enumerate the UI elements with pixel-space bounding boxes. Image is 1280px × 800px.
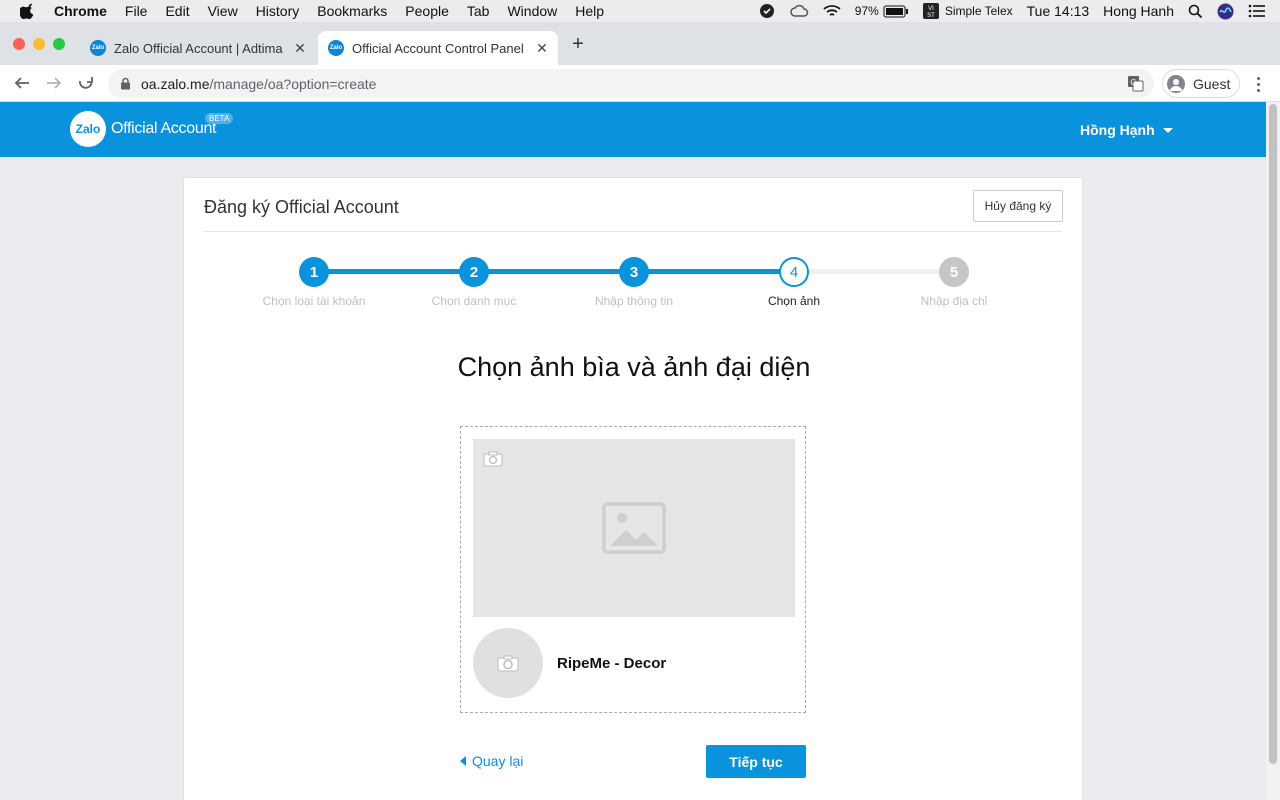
user-menu[interactable]: Hồng Hạnh bbox=[1080, 122, 1173, 138]
step-1-label: Chọn loại tài khoản bbox=[262, 294, 366, 308]
zalo-favicon-icon: Zalo bbox=[328, 40, 344, 56]
wifi-icon[interactable] bbox=[823, 4, 841, 18]
camera-icon[interactable] bbox=[483, 451, 503, 467]
translate-icon[interactable]: G bbox=[1127, 75, 1144, 92]
siri-icon[interactable] bbox=[1217, 3, 1234, 20]
card-title: Đăng ký Official Account bbox=[204, 197, 399, 217]
menu-window[interactable]: Window bbox=[507, 3, 557, 19]
spotlight-search-icon[interactable] bbox=[1188, 4, 1203, 19]
registration-card: Đăng ký Official Account Hủy đăng ký 1 2… bbox=[183, 177, 1083, 800]
address-bar[interactable]: oa.zalo.me/manage/oa?option=create G bbox=[108, 69, 1154, 98]
zalo-logo-icon: Zalo bbox=[70, 111, 106, 147]
step-4: 4 bbox=[779, 257, 809, 287]
continue-button[interactable]: Tiếp tục bbox=[706, 745, 806, 778]
window-zoom-button[interactable] bbox=[53, 38, 65, 50]
avatar-upload[interactable] bbox=[473, 628, 543, 698]
battery-icon[interactable] bbox=[883, 5, 909, 18]
menu-people[interactable]: People bbox=[405, 3, 449, 19]
menu-tab[interactable]: Tab bbox=[467, 3, 490, 19]
stepper-progress-track bbox=[314, 269, 794, 274]
cover-photo-upload[interactable] bbox=[473, 439, 795, 617]
step-2: 2 bbox=[459, 257, 489, 287]
guest-avatar-icon bbox=[1167, 74, 1185, 93]
zalo-favicon-icon: Zalo bbox=[90, 40, 106, 56]
menu-bookmarks[interactable]: Bookmarks bbox=[317, 3, 387, 19]
profile-label: Guest bbox=[1193, 75, 1231, 92]
image-placeholder-icon bbox=[602, 502, 666, 554]
lock-icon[interactable] bbox=[120, 77, 131, 90]
menu-history[interactable]: History bbox=[256, 3, 300, 19]
window-minimize-button[interactable] bbox=[33, 38, 45, 50]
image-upload-area: RipeMe - Decor bbox=[460, 426, 806, 713]
menubar-user[interactable]: Hong Hanh bbox=[1103, 3, 1174, 19]
reload-icon[interactable] bbox=[76, 73, 96, 93]
svg-text:ST: ST bbox=[927, 13, 935, 19]
official-account-name: RipeMe - Decor bbox=[557, 655, 667, 672]
back-arrow-icon[interactable] bbox=[12, 73, 32, 93]
step-3-label: Nhập thông tin bbox=[594, 294, 674, 308]
battery-percent: 97% bbox=[854, 4, 879, 18]
beta-badge: BETA bbox=[205, 113, 234, 124]
step-2-label: Chọn danh mục bbox=[431, 294, 517, 308]
stepper-remaining-track bbox=[794, 269, 954, 274]
section-heading: Chọn ảnh bìa và ảnh đại diện bbox=[457, 352, 811, 382]
creative-cloud-icon[interactable] bbox=[789, 4, 809, 18]
step-3: 3 bbox=[619, 257, 649, 287]
step-1: 1 bbox=[299, 257, 329, 287]
cancel-registration-button[interactable]: Hủy đăng ký bbox=[973, 190, 1063, 222]
svg-text:VI: VI bbox=[928, 6, 934, 12]
caret-down-icon bbox=[1162, 127, 1173, 133]
tab-close-icon[interactable]: ✕ bbox=[290, 40, 310, 57]
forward-arrow-icon[interactable] bbox=[44, 73, 64, 93]
tab-title: Official Account Control Panel bbox=[352, 40, 524, 56]
checkmark-shield-icon[interactable] bbox=[759, 3, 775, 19]
menu-view[interactable]: View bbox=[208, 3, 238, 19]
menu-file[interactable]: File bbox=[125, 3, 148, 19]
menu-app-chrome[interactable]: Chrome bbox=[54, 3, 107, 19]
profile-button[interactable]: Guest bbox=[1162, 69, 1240, 98]
page-scrollbar[interactable] bbox=[1266, 102, 1280, 800]
camera-icon bbox=[497, 655, 519, 671]
zalo-oa-logo[interactable]: Zalo Official Account BETA bbox=[70, 111, 234, 147]
window-close-button[interactable] bbox=[13, 38, 25, 50]
step-5-label: Nhập địa chỉ bbox=[920, 294, 988, 308]
back-label: Quay lại bbox=[472, 753, 524, 769]
tab-official-account-control-panel[interactable]: Zalo Official Account Control Panel ✕ bbox=[318, 31, 558, 65]
back-link[interactable]: Quay lại bbox=[460, 753, 523, 769]
menu-bar: Chrome File Edit View History Bookmarks … bbox=[0, 0, 1280, 22]
tab-title: Zalo Official Account | Adtima bbox=[114, 40, 283, 56]
scrollbar-thumb[interactable] bbox=[1269, 104, 1277, 764]
svg-text:G: G bbox=[1130, 78, 1136, 87]
browser-menu-icon[interactable] bbox=[1250, 74, 1266, 94]
site-header: Zalo Official Account BETA Hồng Hạnh bbox=[0, 102, 1266, 157]
url-path: /manage/oa?option=create bbox=[209, 75, 377, 92]
apple-icon[interactable] bbox=[20, 3, 36, 19]
user-name: Hồng Hạnh bbox=[1080, 122, 1155, 138]
step-5: 5 bbox=[939, 257, 969, 287]
product-name: Official Account bbox=[111, 120, 217, 137]
tab-zalo-official-account[interactable]: Zalo Zalo Official Account | Adtima ✕ bbox=[80, 31, 316, 65]
caret-left-icon bbox=[460, 756, 466, 766]
notification-center-icon[interactable] bbox=[1248, 4, 1266, 18]
menu-edit[interactable]: Edit bbox=[165, 3, 189, 19]
input-method-label[interactable]: Simple Telex bbox=[945, 4, 1013, 18]
tab-close-icon[interactable]: ✕ bbox=[532, 40, 552, 57]
browser-toolbar: oa.zalo.me/manage/oa?option=create G Gue… bbox=[0, 65, 1280, 102]
menu-help[interactable]: Help bbox=[575, 3, 604, 19]
divider bbox=[204, 231, 1062, 232]
tab-strip: Zalo Zalo Official Account | Adtima ✕ Za… bbox=[0, 22, 1280, 65]
step-4-label: Chọn ảnh bbox=[767, 294, 821, 308]
url-host: oa.zalo.me bbox=[141, 75, 210, 92]
input-method-icon[interactable]: VI ST bbox=[922, 3, 939, 19]
new-tab-button[interactable]: + bbox=[568, 34, 588, 54]
menubar-clock[interactable]: Tue 14:13 bbox=[1027, 3, 1090, 19]
